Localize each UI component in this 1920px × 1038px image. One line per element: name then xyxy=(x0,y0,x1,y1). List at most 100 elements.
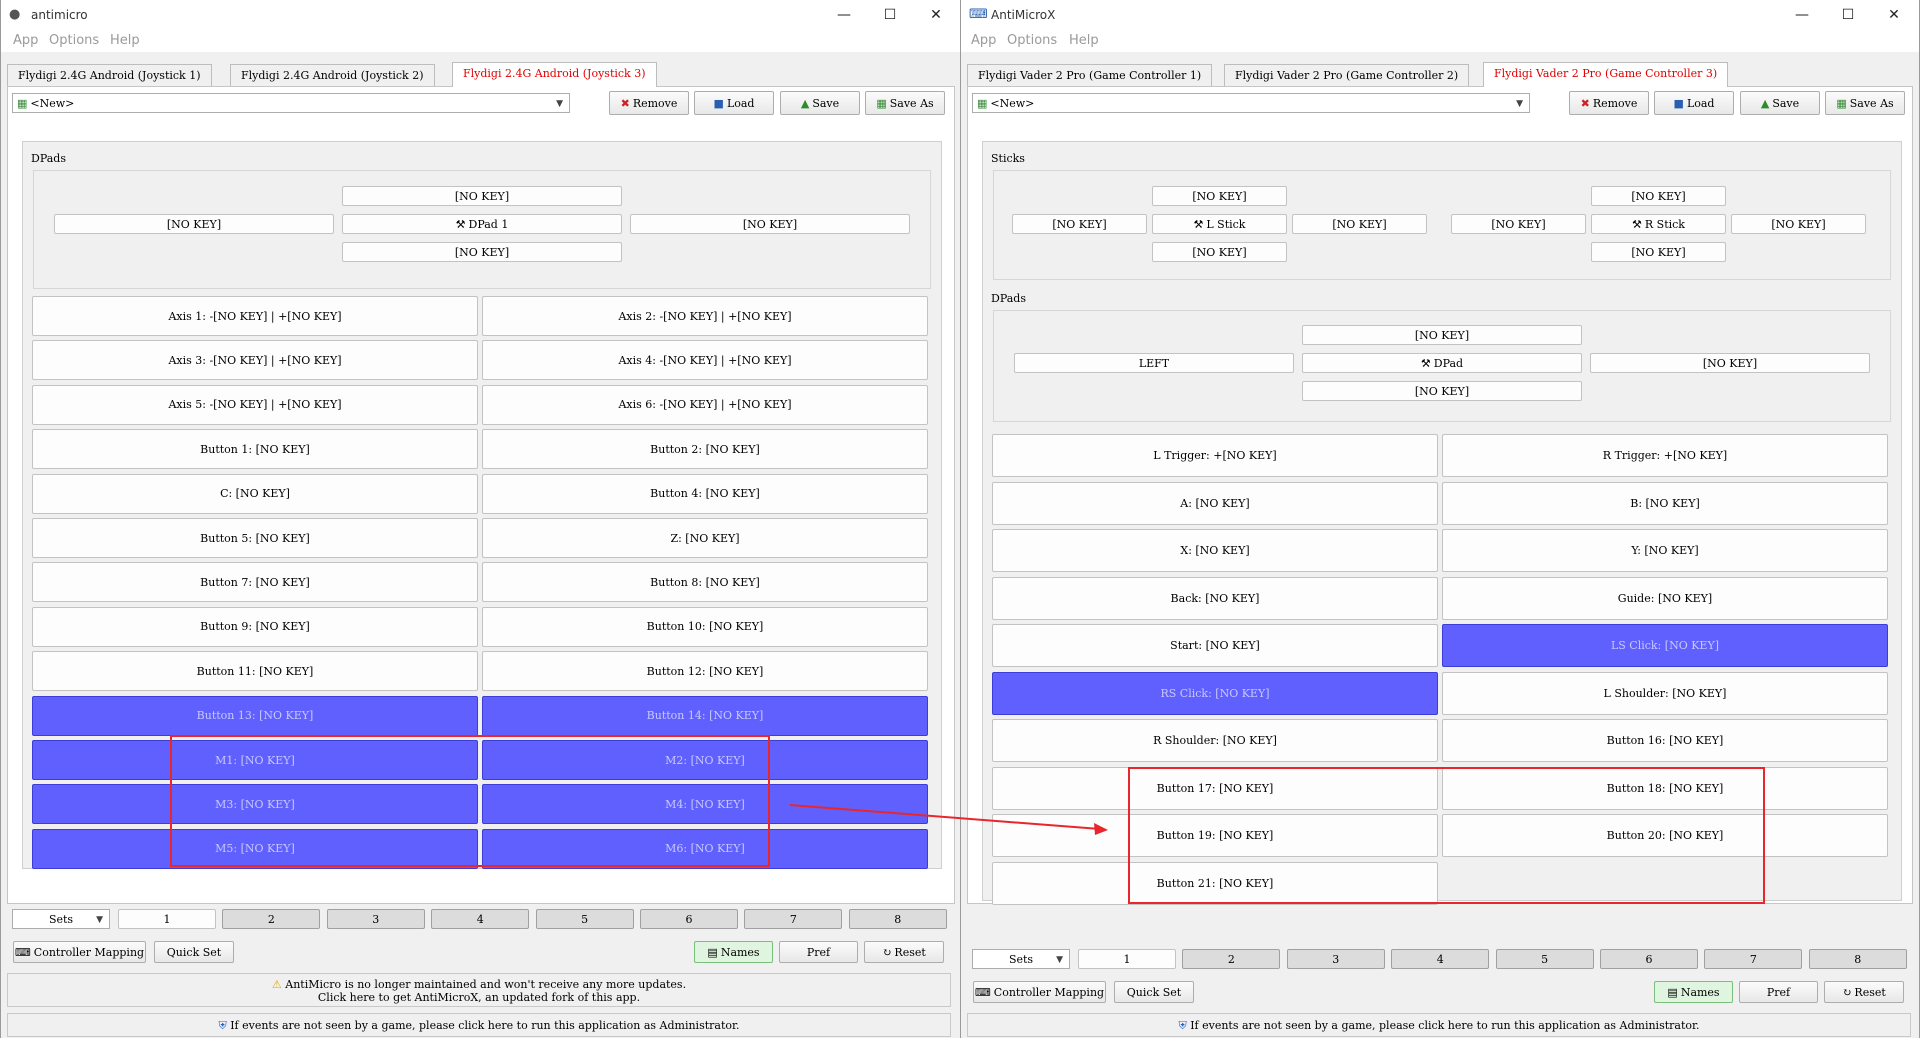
load-button[interactable]: ■ Load xyxy=(694,91,774,115)
tab-joystick-2[interactable]: Flydigi 2.4G Android (Joystick 2) xyxy=(230,64,435,86)
rstick-center-button[interactable]: ⚒ R Stick xyxy=(1591,214,1726,234)
lstick-right-button[interactable]: [NO KEY] xyxy=(1292,214,1427,234)
mapping-button[interactable]: C: [NO KEY] xyxy=(32,473,478,514)
menu-help[interactable]: Help xyxy=(110,33,140,48)
set-button-8[interactable]: 8 xyxy=(1808,949,1907,969)
controller-mapping-button[interactable]: ⌨ Controller Mapping xyxy=(973,981,1106,1003)
lstick-center-button[interactable]: ⚒ L Stick xyxy=(1152,214,1287,234)
admin-notice[interactable]: ⛨ If events are not seen by a game, plea… xyxy=(967,1013,1911,1037)
dpad-up-button[interactable]: [NO KEY] xyxy=(1302,325,1582,345)
set-button-2[interactable]: 2 xyxy=(222,909,321,929)
rstick-right-button[interactable]: [NO KEY] xyxy=(1731,214,1866,234)
mapping-button[interactable]: Button 10: [NO KEY] xyxy=(482,606,928,647)
rstick-left-button[interactable]: [NO KEY] xyxy=(1451,214,1586,234)
minimize-button[interactable]: — xyxy=(1779,4,1825,26)
controller-mapping-button[interactable]: ⌨ Controller Mapping xyxy=(13,941,146,963)
mapping-button[interactable]: Button 1: [NO KEY] xyxy=(32,429,478,470)
mapping-button[interactable]: Button 16: [NO KEY] xyxy=(1442,719,1888,762)
mapping-button[interactable]: LS Click: [NO KEY] xyxy=(1442,624,1888,667)
mapping-button[interactable]: Axis 5: -[NO KEY] | +[NO KEY] xyxy=(32,384,478,425)
set-button-7[interactable]: 7 xyxy=(744,909,843,929)
sets-select[interactable]: Sets ▼ xyxy=(972,949,1070,969)
tab-game-controller-2[interactable]: Flydigi Vader 2 Pro (Game Controller 2) xyxy=(1224,64,1470,86)
mapping-button[interactable]: Start: [NO KEY] xyxy=(992,624,1438,667)
mapping-button[interactable]: Button 13: [NO KEY] xyxy=(32,695,478,736)
mapping-button[interactable]: Axis 6: -[NO KEY] | +[NO KEY] xyxy=(482,384,928,425)
set-button-8[interactable]: 8 xyxy=(848,909,947,929)
lstick-down-button[interactable]: [NO KEY] xyxy=(1152,242,1287,262)
quick-set-button[interactable]: Quick Set xyxy=(1114,981,1194,1003)
menu-app[interactable]: App xyxy=(971,33,996,48)
menu-options[interactable]: Options xyxy=(1007,33,1057,48)
profile-select[interactable]: ▦ <New> ▼ xyxy=(12,93,570,113)
set-button-6[interactable]: 6 xyxy=(640,909,738,929)
mapping-button[interactable]: Button 5: [NO KEY] xyxy=(32,518,478,558)
reset-button[interactable]: ↻ Reset xyxy=(864,941,944,963)
remove-button[interactable]: ✖ Remove xyxy=(609,91,689,115)
mapping-button[interactable]: R Trigger: +[NO KEY] xyxy=(1442,434,1888,477)
pref-button[interactable]: Pref xyxy=(779,941,858,963)
save-as-button[interactable]: ▦ Save As xyxy=(1825,91,1905,115)
tab-game-controller-3[interactable]: Flydigi Vader 2 Pro (Game Controller 3) xyxy=(1483,62,1729,87)
mapping-button[interactable]: Axis 1: -[NO KEY] | +[NO KEY] xyxy=(32,296,478,336)
save-as-button[interactable]: ▦ Save As xyxy=(865,91,945,115)
mapping-button[interactable]: Button 11: [NO KEY] xyxy=(32,651,478,692)
set-button-2[interactable]: 2 xyxy=(1182,949,1281,969)
mapping-button[interactable]: RS Click: [NO KEY] xyxy=(992,671,1438,715)
mapping-button[interactable]: Y: [NO KEY] xyxy=(1442,529,1888,572)
set-button-3[interactable]: 3 xyxy=(326,909,425,929)
dpad-right-button[interactable]: [NO KEY] xyxy=(1590,353,1870,373)
set-button-4[interactable]: 4 xyxy=(431,909,530,929)
quick-set-button[interactable]: Quick Set xyxy=(154,941,234,963)
reset-button[interactable]: ↻ Reset xyxy=(1824,981,1904,1003)
mapping-button[interactable]: Button 7: [NO KEY] xyxy=(32,562,478,603)
dpad-center-button[interactable]: ⚒ DPad 1 xyxy=(342,214,622,234)
profile-select[interactable]: ▦ <New> ▼ xyxy=(972,93,1530,113)
pref-button[interactable]: Pref xyxy=(1739,981,1818,1003)
set-button-4[interactable]: 4 xyxy=(1391,949,1490,969)
mapping-button[interactable]: Z: [NO KEY] xyxy=(482,518,928,558)
dpad-down-button[interactable]: [NO KEY] xyxy=(342,242,622,262)
minimize-button[interactable]: — xyxy=(821,4,867,26)
mapping-button[interactable]: B: [NO KEY] xyxy=(1442,481,1888,525)
set-button-1[interactable]: 1 xyxy=(1078,949,1176,969)
mapping-button[interactable]: Button 14: [NO KEY] xyxy=(482,695,928,736)
menu-options[interactable]: Options xyxy=(49,33,99,48)
lstick-up-button[interactable]: [NO KEY] xyxy=(1152,186,1287,206)
mapping-button[interactable]: Button 8: [NO KEY] xyxy=(482,562,928,603)
mapping-button[interactable]: A: [NO KEY] xyxy=(992,481,1438,525)
mapping-button[interactable]: L Trigger: +[NO KEY] xyxy=(992,434,1438,477)
update-notice[interactable]: ⚠ AntiMicro is no longer maintained and … xyxy=(7,973,951,1007)
mapping-button[interactable]: Button 9: [NO KEY] xyxy=(32,606,478,647)
mapping-button[interactable]: Back: [NO KEY] xyxy=(992,576,1438,620)
mapping-button[interactable]: Axis 3: -[NO KEY] | +[NO KEY] xyxy=(32,340,478,381)
mapping-button[interactable]: Button 2: [NO KEY] xyxy=(482,429,928,470)
save-button[interactable]: ▲ Save xyxy=(1740,91,1820,115)
rstick-down-button[interactable]: [NO KEY] xyxy=(1591,242,1726,262)
maximize-button[interactable]: ☐ xyxy=(1825,4,1871,26)
tab-game-controller-1[interactable]: Flydigi Vader 2 Pro (Game Controller 1) xyxy=(967,64,1213,86)
set-button-6[interactable]: 6 xyxy=(1600,949,1698,969)
tab-joystick-3[interactable]: Flydigi 2.4G Android (Joystick 3) xyxy=(452,62,657,87)
menu-app[interactable]: App xyxy=(13,33,38,48)
menu-help[interactable]: Help xyxy=(1069,33,1099,48)
set-button-5[interactable]: 5 xyxy=(535,909,634,929)
mapping-button[interactable]: R Shoulder: [NO KEY] xyxy=(992,719,1438,762)
close-button[interactable]: ✕ xyxy=(1871,4,1917,26)
mapping-button[interactable]: L Shoulder: [NO KEY] xyxy=(1442,671,1888,715)
admin-notice[interactable]: ⛨ If events are not seen by a game, plea… xyxy=(7,1013,951,1037)
mapping-button[interactable]: Axis 4: -[NO KEY] | +[NO KEY] xyxy=(482,340,928,381)
lstick-left-button[interactable]: [NO KEY] xyxy=(1012,214,1147,234)
set-button-1[interactable]: 1 xyxy=(118,909,216,929)
dpad-left-button[interactable]: LEFT xyxy=(1014,353,1294,373)
dpad-left-button[interactable]: [NO KEY] xyxy=(54,214,334,234)
dpad-up-button[interactable]: [NO KEY] xyxy=(342,186,622,206)
mapping-button[interactable]: Axis 2: -[NO KEY] | +[NO KEY] xyxy=(482,296,928,336)
sets-select[interactable]: Sets ▼ xyxy=(12,909,110,929)
set-button-5[interactable]: 5 xyxy=(1495,949,1594,969)
set-button-7[interactable]: 7 xyxy=(1704,949,1803,969)
set-button-3[interactable]: 3 xyxy=(1286,949,1385,969)
rstick-up-button[interactable]: [NO KEY] xyxy=(1591,186,1726,206)
tab-joystick-1[interactable]: Flydigi 2.4G Android (Joystick 1) xyxy=(7,64,212,86)
mapping-button[interactable]: Button 4: [NO KEY] xyxy=(482,473,928,514)
